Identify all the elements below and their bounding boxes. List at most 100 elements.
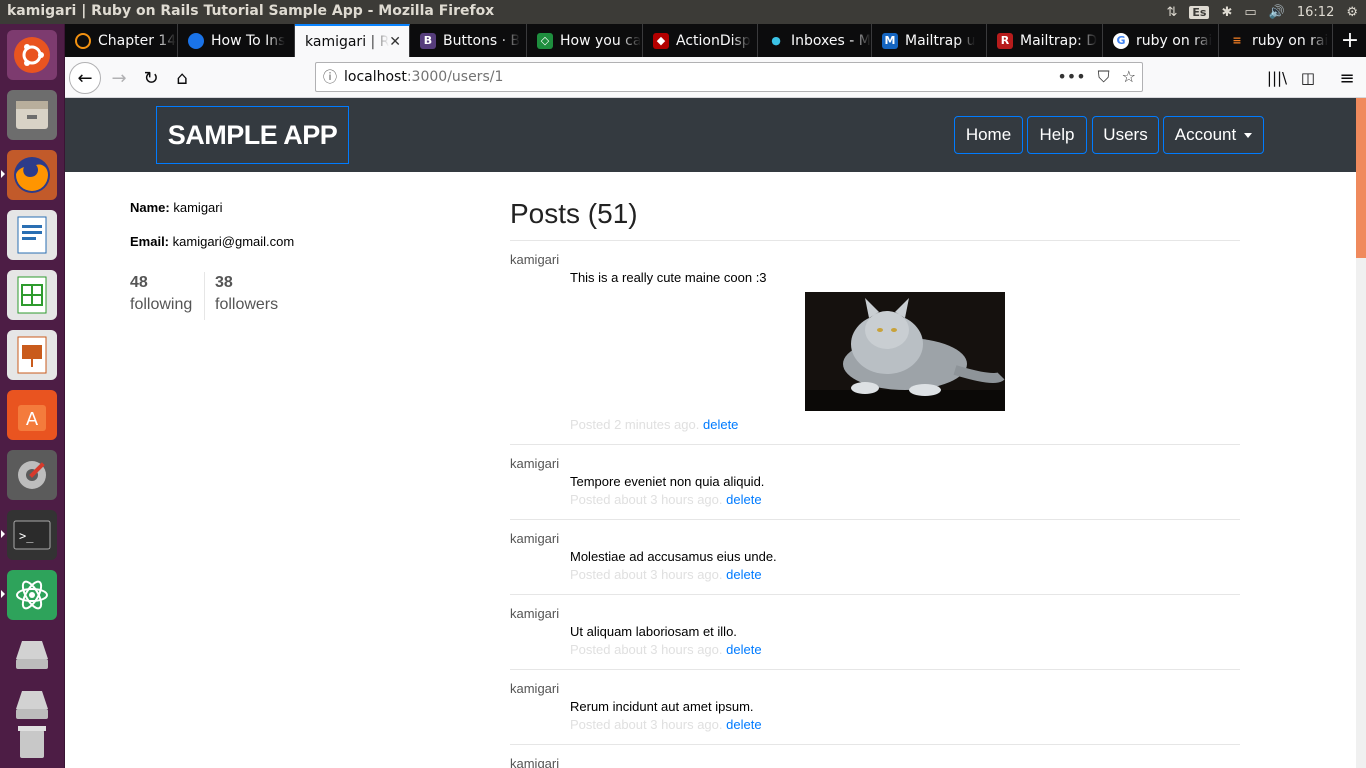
tab[interactable]: ◇ How you ca xyxy=(527,24,643,57)
name-value: kamigari xyxy=(173,200,223,215)
delete-post-link[interactable]: delete xyxy=(726,567,761,582)
pocket-icon[interactable]: ⛉ xyxy=(1098,67,1110,87)
tab[interactable]: M Mailtrap u xyxy=(872,24,987,57)
nav-users-button[interactable]: Users xyxy=(1092,116,1159,154)
files-icon[interactable] xyxy=(7,90,57,140)
divider xyxy=(510,669,1240,670)
delete-post-link[interactable]: delete xyxy=(726,717,761,732)
followers-stat[interactable]: 38 followers xyxy=(215,274,278,314)
nav-home-button[interactable]: Home xyxy=(954,116,1023,154)
tab[interactable]: B Buttons · B xyxy=(410,24,527,57)
volume-icon[interactable]: 🔊 xyxy=(1269,5,1285,20)
rails-icon: ◆ xyxy=(653,32,669,49)
nav-account-dropdown[interactable]: Account xyxy=(1163,116,1264,154)
tab[interactable]: ● Inboxes - M xyxy=(758,24,872,57)
site-logo[interactable]: SAMPLE APP xyxy=(156,106,349,164)
tab[interactable]: How To Ins xyxy=(178,24,295,57)
system-settings-icon[interactable] xyxy=(7,450,57,500)
posted-text: Posted about 3 hours ago. xyxy=(570,567,723,582)
page-scrollbar[interactable] xyxy=(1356,98,1366,768)
post-content: Rerum incidunt aut amet ipsum. xyxy=(570,699,754,714)
forward-button[interactable]: → xyxy=(103,62,135,94)
m-icon: M xyxy=(882,32,898,49)
post-user-link[interactable]: kamigari xyxy=(510,456,559,471)
post-user-link[interactable]: kamigari xyxy=(510,606,559,621)
running-indicator xyxy=(1,170,5,178)
software-center-icon[interactable]: A xyxy=(7,390,57,440)
network-icon[interactable]: ⇅ xyxy=(1167,5,1178,20)
posted-text: Posted about 3 hours ago. xyxy=(570,642,723,657)
site-info-icon[interactable]: ⓘ xyxy=(316,67,344,87)
caret-down-icon xyxy=(1244,132,1253,138)
url-bar[interactable]: ⓘ localhost:3000/users/1 ••• ⛉ ☆ xyxy=(315,62,1143,92)
stat-divider xyxy=(204,272,205,320)
stackoverflow-icon: ≡ xyxy=(1232,34,1242,47)
google-icon: G xyxy=(1113,32,1129,49)
tab[interactable]: G ruby on rai xyxy=(1103,24,1219,57)
window-title: kamigari | Ruby on Rails Tutorial Sample… xyxy=(7,3,495,19)
libreoffice-calc-icon[interactable] xyxy=(7,270,57,320)
tab[interactable]: Chapter 14 xyxy=(65,24,178,57)
new-tab-button[interactable]: + xyxy=(1334,24,1366,57)
libreoffice-writer-icon[interactable] xyxy=(7,210,57,260)
digitalocean-icon xyxy=(188,32,204,49)
battery-icon[interactable]: ▭ xyxy=(1244,5,1256,20)
terminal-icon[interactable]: >_ xyxy=(7,510,57,560)
email-label: Email: xyxy=(130,234,170,249)
tab[interactable]: ≡ ruby on rai xyxy=(1219,24,1333,57)
sidebar-icon[interactable]: ◫ xyxy=(1292,62,1324,94)
post-user-link[interactable]: kamigari xyxy=(510,756,559,768)
browser-nav-bar: ← → ↻ ⌂ ⓘ localhost:3000/users/1 ••• ⛉ ☆… xyxy=(65,57,1366,98)
tab[interactable]: R Mailtrap: D xyxy=(987,24,1103,57)
reload-button[interactable]: ↻ xyxy=(135,62,167,94)
menu-icon[interactable]: ≡ xyxy=(1331,62,1363,94)
bookmark-star-icon[interactable]: ☆ xyxy=(1122,67,1136,87)
post-timestamp: Posted about 3 hours ago. delete xyxy=(570,717,762,732)
divider xyxy=(510,744,1240,745)
bootstrap-icon: B xyxy=(420,32,436,49)
close-tab-icon[interactable]: ✕ xyxy=(389,34,401,50)
home-icon[interactable]: ⌂ xyxy=(166,62,198,94)
post-user-link[interactable]: kamigari xyxy=(510,531,559,546)
keyboard-layout-indicator[interactable]: Es xyxy=(1189,5,1210,19)
post-content: This is a really cute maine coon :3 xyxy=(570,270,767,285)
atom-editor-icon[interactable] xyxy=(7,570,57,620)
profile-name: Name: kamigari xyxy=(130,200,223,215)
mailtrap-eye-icon: ● xyxy=(771,34,781,47)
posted-text: Posted about 3 hours ago. xyxy=(570,492,723,507)
delete-post-link[interactable]: delete xyxy=(726,492,761,507)
system-top-panel: kamigari | Ruby on Rails Tutorial Sample… xyxy=(0,0,1366,24)
following-label: following xyxy=(130,296,193,313)
railscasts-icon: R xyxy=(997,32,1013,49)
browser-tab-bar: Chapter 14 How To Ins kamigari | R ✕ B B… xyxy=(65,24,1366,57)
back-button[interactable]: ← xyxy=(69,62,101,94)
scrollbar-thumb[interactable] xyxy=(1356,98,1366,258)
libreoffice-impress-icon[interactable] xyxy=(7,330,57,380)
post-timestamp: Posted 2 minutes ago. delete xyxy=(570,417,738,432)
page-actions-icon[interactable]: ••• xyxy=(1057,67,1085,87)
ubuntu-dash-icon[interactable] xyxy=(7,30,57,80)
following-stat[interactable]: 48 following xyxy=(130,274,192,314)
delete-post-link[interactable]: delete xyxy=(726,642,761,657)
bluetooth-icon[interactable]: ✱ xyxy=(1221,5,1232,20)
followers-count: 38 xyxy=(215,274,233,291)
nav-help-button[interactable]: Help xyxy=(1027,116,1087,154)
drive-icon[interactable] xyxy=(7,630,57,680)
settings-gear-icon[interactable]: ⚙ xyxy=(1346,5,1358,20)
tab[interactable]: ◆ ActionDisp xyxy=(643,24,758,57)
post-user-link[interactable]: kamigari xyxy=(510,252,559,267)
clock[interactable]: 16:12 xyxy=(1297,5,1334,20)
library-icon[interactable]: |||\ xyxy=(1261,62,1293,94)
post-user-link[interactable]: kamigari xyxy=(510,681,559,696)
firefox-icon[interactable] xyxy=(7,150,57,200)
delete-post-link[interactable]: delete xyxy=(703,417,738,432)
divider xyxy=(510,519,1240,520)
trash-icon[interactable] xyxy=(7,720,57,764)
post-image-cat xyxy=(805,292,1005,411)
divider xyxy=(510,240,1240,241)
running-indicator xyxy=(1,590,5,598)
post-timestamp: Posted about 3 hours ago. delete xyxy=(570,492,762,507)
tab-active[interactable]: kamigari | R ✕ xyxy=(295,24,410,57)
following-count: 48 xyxy=(130,274,148,291)
running-indicator xyxy=(1,530,5,538)
